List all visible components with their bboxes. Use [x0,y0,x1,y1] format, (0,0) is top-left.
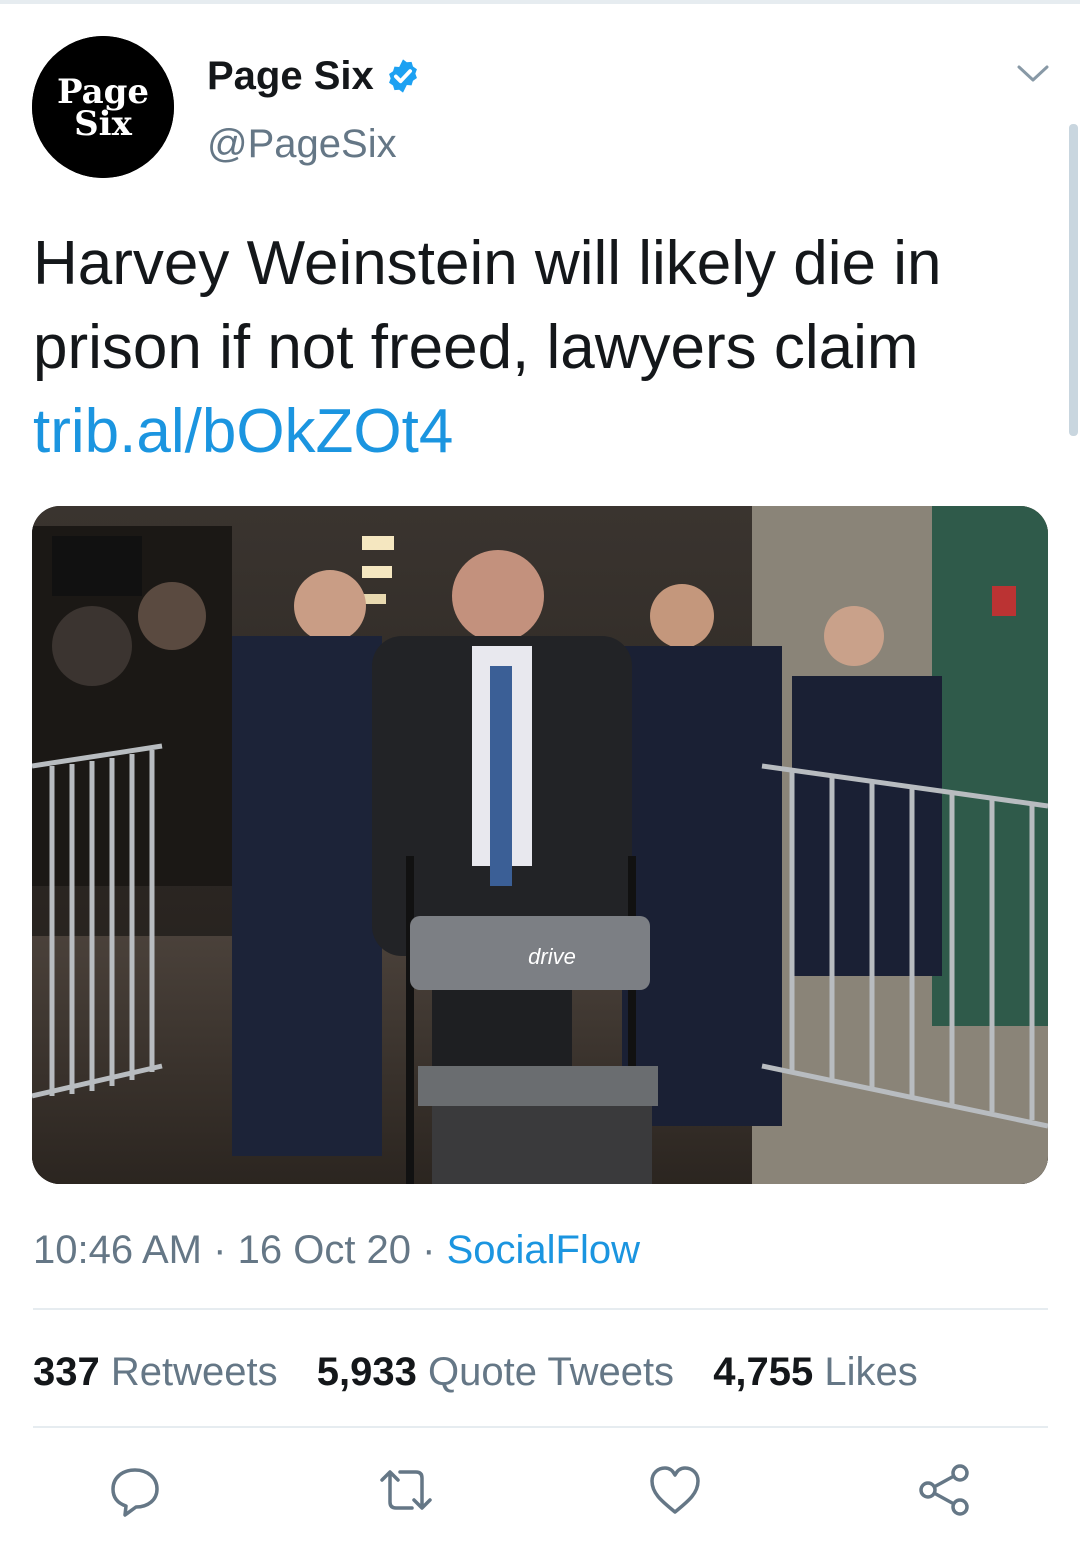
tweet-source-link[interactable]: SocialFlow [447,1228,640,1272]
tweet-time[interactable]: 10:46 AM [33,1228,202,1272]
retweet-icon [380,1470,432,1510]
retweets-stat[interactable]: 337 Retweets [33,1350,278,1394]
retweet-button[interactable] [378,1462,434,1518]
divider [33,1308,1048,1310]
avatar[interactable]: Page Six [32,36,174,178]
walker-brand-text: drive [528,944,576,969]
user-handle[interactable]: @PageSix [207,118,397,170]
page-six-logo: Page Six [32,36,174,178]
scrollbar[interactable] [1069,124,1078,436]
like-button[interactable] [647,1462,703,1518]
top-divider [0,0,1080,4]
display-name[interactable]: Page Six [207,50,422,102]
display-name-text: Page Six [207,54,374,98]
likes-label: Likes [824,1350,918,1394]
tweet-date[interactable]: 16 Oct 20 [238,1228,411,1272]
tweet-timestamp: 10:46 AM · 16 Oct 20 · SocialFlow [33,1224,640,1276]
likes-stat[interactable]: 4,755 Likes [713,1350,918,1394]
action-bar [0,1462,1080,1522]
reply-button[interactable] [107,1462,163,1518]
tweet-body-text: Harvey Weinstein will likely die in pris… [33,229,942,382]
like-icon [650,1466,700,1514]
meta-separator: · [422,1228,436,1272]
verified-badge-icon [388,59,417,93]
retweets-label: Retweets [110,1350,278,1394]
meta-separator: · [213,1228,227,1272]
retweets-count: 337 [33,1350,100,1394]
tweet-link[interactable]: trib.al/bOkZOt4 [33,390,1043,474]
quote-tweets-count: 5,933 [316,1350,417,1394]
divider [33,1426,1048,1428]
share-button[interactable] [916,1462,972,1518]
reply-icon [111,1468,159,1517]
share-icon [919,1464,969,1516]
likes-count: 4,755 [713,1350,814,1394]
tweet-text: Harvey Weinstein will likely die in pris… [33,222,1043,474]
svg-text:Six: Six [74,104,132,144]
quote-tweets-label: Quote Tweets [427,1350,675,1394]
tweet-photo[interactable]: drive [32,506,1048,1184]
tweet-stats: 337 Retweets 5,933 Quote Tweets 4,755 Li… [33,1346,946,1398]
chevron-down-icon[interactable] [1013,58,1053,90]
quote-tweets-stat[interactable]: 5,933 Quote Tweets [317,1350,674,1394]
photo-scene: drive [32,506,1048,1184]
